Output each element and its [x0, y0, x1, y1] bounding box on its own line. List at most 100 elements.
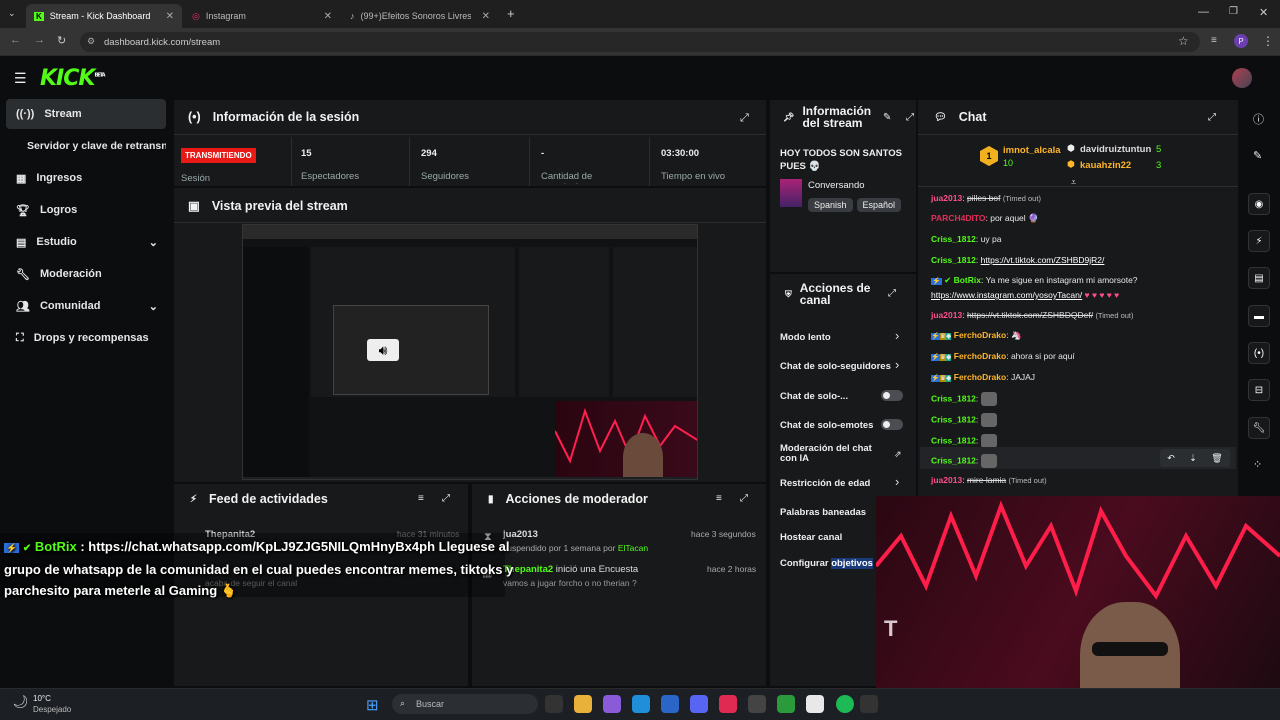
- chat-message[interactable]: Criss_1812:: [931, 413, 997, 427]
- sidebar-item-moderacion[interactable]: 🔧︎ Moderación: [6, 259, 166, 289]
- tab-search-icon[interactable]: ⌄: [8, 8, 16, 19]
- sidebar-item-logros[interactable]: 🏆︎ Logros: [6, 195, 166, 225]
- chat-username[interactable]: jua2013: [931, 193, 962, 203]
- chat-message[interactable]: PARCH4DITO: por aquel 🔮: [931, 213, 1039, 224]
- leaderboard-user-1[interactable]: imnot_alcala: [1003, 145, 1061, 156]
- copilot-icon[interactable]: [603, 695, 621, 713]
- obs-icon[interactable]: [748, 695, 766, 713]
- sidebar-item-ingresos[interactable]: ▦ Ingresos: [6, 163, 166, 193]
- filter-icon[interactable]: ≡: [418, 493, 424, 504]
- subs-only-toggle[interactable]: [881, 390, 903, 401]
- toolbar-layout-button[interactable]: ⊟: [1248, 379, 1270, 401]
- filter-icon[interactable]: ≡: [716, 493, 722, 504]
- chevron-right-icon[interactable]: ›: [895, 357, 899, 372]
- file-explorer-icon[interactable]: [574, 695, 592, 713]
- store-icon[interactable]: [661, 695, 679, 713]
- action-slow-mode[interactable]: Modo lento: [780, 332, 831, 343]
- chat-message[interactable]: jua2013: pilles bof (Timed out): [931, 193, 1041, 203]
- chat-username[interactable]: Criss_1812: [931, 435, 976, 445]
- emotes-only-toggle[interactable]: [881, 419, 903, 430]
- sidebar-item-estudio[interactable]: ▤ Estudio ⌄: [6, 227, 166, 257]
- minimize-button[interactable]: —: [1198, 6, 1209, 18]
- toolbar-chat-button[interactable]: ▬: [1248, 305, 1270, 327]
- expand-icon[interactable]: ⤢: [442, 493, 450, 504]
- app-icon[interactable]: [860, 695, 878, 713]
- close-tab-icon[interactable]: ✕: [324, 11, 332, 22]
- stream-preview-video[interactable]: 🔊︎: [242, 224, 698, 480]
- chat-username[interactable]: BotRix: [954, 275, 981, 285]
- sidebar-item-drops[interactable]: ⛶ Drops y recompensas: [6, 323, 166, 353]
- chat-username[interactable]: PARCH4DITO: [931, 213, 985, 223]
- action-followers-only[interactable]: Chat de solo-seguidores: [780, 361, 891, 372]
- timeout-icon[interactable]: ↶: [1167, 453, 1175, 464]
- task-view-icon[interactable]: [545, 695, 563, 713]
- taskbar-search[interactable]: Buscar: [392, 694, 538, 714]
- site-info-icon[interactable]: ⚙: [87, 36, 95, 47]
- expand-icon[interactable]: ⤢: [740, 493, 748, 504]
- pin-icon[interactable]: ⇣: [1189, 453, 1197, 464]
- bookmark-star-icon[interactable]: ☆: [1178, 34, 1189, 48]
- chat-message[interactable]: Criss_1812: https://vt.tiktok.com/ZSHBD9…: [931, 255, 1104, 265]
- profile-avatar[interactable]: P: [1234, 34, 1248, 48]
- close-window-button[interactable]: ✕: [1259, 6, 1268, 19]
- chat-username[interactable]: Criss_1812: [931, 234, 976, 244]
- leaderboard-user-3[interactable]: kauahzin22: [1080, 160, 1131, 171]
- chat-message[interactable]: ⚡ ✔ BotRix: Ya me sigue en instagram mi …: [931, 275, 1138, 286]
- chat-message[interactable]: jua2013: mire lamia (Timed out): [931, 475, 1047, 485]
- external-link-icon[interactable]: ⇗: [894, 449, 902, 460]
- chat-username[interactable]: FerchoDrako: [954, 330, 1006, 340]
- chat-link[interactable]: https://vt.tiktok.com/ZSHBD9jR2/: [981, 255, 1105, 265]
- mod-action-by[interactable]: ElTacan: [618, 543, 648, 553]
- toolbar-broadcast-button[interactable]: (•): [1248, 342, 1270, 364]
- media-control-icon[interactable]: ≡: [1211, 35, 1217, 46]
- chevron-right-icon[interactable]: ›: [895, 328, 899, 343]
- delete-trash-icon[interactable]: 🗑︎: [1211, 453, 1222, 464]
- maximize-button[interactable]: ❐: [1229, 6, 1238, 17]
- action-emotes-only[interactable]: Chat de solo-emotes: [780, 420, 873, 431]
- chat-message[interactable]: Criss_1812: uy pa: [931, 234, 1001, 244]
- chrome-icon[interactable]: [806, 695, 824, 713]
- xbox-icon[interactable]: [777, 695, 795, 713]
- close-tab-icon[interactable]: ✕: [482, 11, 490, 22]
- toolbar-camera-button[interactable]: ◉: [1248, 193, 1270, 215]
- hamburger-menu-icon[interactable]: ☰: [14, 70, 27, 87]
- edge-icon[interactable]: [632, 695, 650, 713]
- chat-username[interactable]: jua2013: [931, 310, 962, 320]
- more-icon[interactable]: ⁘: [1253, 458, 1262, 471]
- chat-message[interactable]: Criss_1812:: [931, 392, 997, 406]
- chat-username[interactable]: FerchoDrako: [954, 351, 1006, 361]
- chat-message[interactable]: Criss_1812:: [931, 434, 997, 448]
- spotify-icon[interactable]: [836, 695, 854, 713]
- chat-username[interactable]: jua2013: [931, 475, 962, 485]
- chat-username[interactable]: FerchoDrako: [954, 372, 1006, 382]
- close-tab-icon[interactable]: ✕: [166, 11, 174, 22]
- edit-pencil-icon[interactable]: ✎: [1253, 149, 1262, 162]
- chat-username[interactable]: Criss_1812: [931, 455, 976, 465]
- tab-instagram[interactable]: ◎ Instagram ✕: [184, 4, 340, 28]
- sidebar-item-comunidad[interactable]: 👥︎ Comunidad ⌄: [6, 291, 166, 321]
- chevron-right-icon[interactable]: ›: [895, 474, 899, 489]
- info-icon[interactable]: ⓘ: [1253, 111, 1264, 127]
- action-subs-only[interactable]: Chat de solo-...: [780, 391, 848, 402]
- action-host-channel[interactable]: Hostear canal: [780, 532, 842, 543]
- expand-icon[interactable]: ⤢: [906, 112, 914, 123]
- toolbar-notes-button[interactable]: ▤: [1248, 267, 1270, 289]
- chat-link[interactable]: https://www.instagram.com/yosoyTacan/: [931, 290, 1082, 300]
- expand-icon[interactable]: ⤢: [740, 112, 749, 125]
- chat-message[interactable]: ⚡♛◆ FerchoDrako: JAJAJ: [931, 372, 1035, 382]
- chat-message-cont[interactable]: https://www.instagram.com/yosoyTacan/ ♥ …: [931, 290, 1119, 300]
- sidebar-item-server-key[interactable]: Servidor y clave de retransn: [6, 131, 166, 161]
- action-ai-moderation[interactable]: Moderación del chat con IA: [780, 444, 880, 464]
- chat-username[interactable]: Criss_1812: [931, 414, 976, 424]
- url-field[interactable]: dashboard.kick.com/stream: [80, 32, 1200, 52]
- chat-message[interactable]: jua2013: https://vt.tiktok.com/ZSHBDQDef…: [931, 310, 1134, 320]
- chat-message[interactable]: Criss_1812:: [931, 454, 997, 468]
- chat-username[interactable]: Criss_1812: [931, 393, 976, 403]
- forward-arrow-icon[interactable]: →: [34, 34, 45, 46]
- chat-username[interactable]: Criss_1812: [931, 255, 976, 265]
- action-banned-words[interactable]: Palabras baneadas: [780, 507, 866, 518]
- tab-efeitos[interactable]: ♪ (99+)Efeitos Sonoros Livres pa ✕: [342, 4, 498, 28]
- expand-icon[interactable]: ⤢: [1208, 112, 1216, 123]
- kick-logo[interactable]: KICKBETA: [40, 66, 106, 91]
- back-arrow-icon[interactable]: ←: [10, 34, 21, 46]
